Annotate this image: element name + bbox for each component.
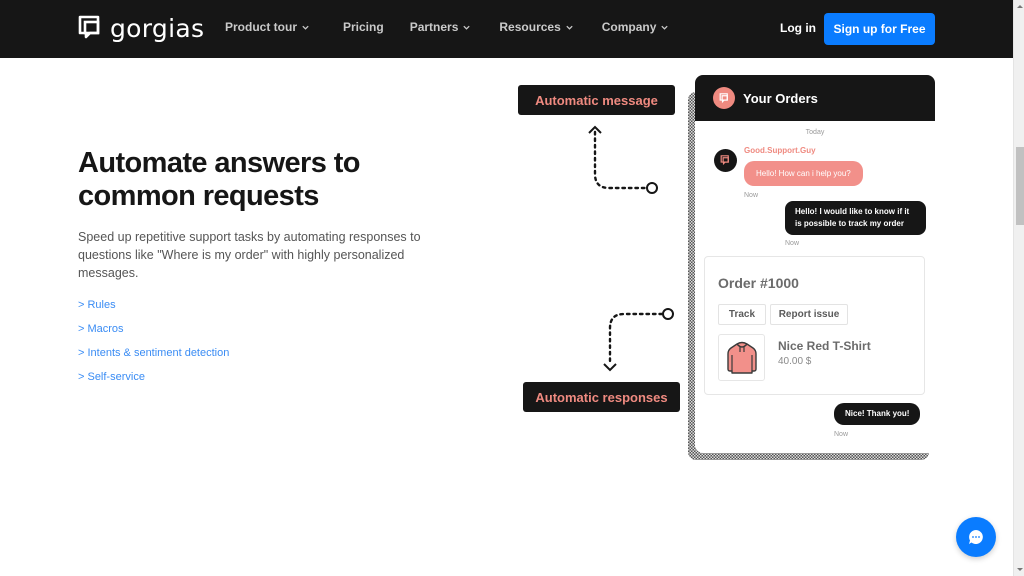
gorgias-logo-icon <box>719 92 728 103</box>
message-time: Now <box>744 192 759 199</box>
chevron-down-icon <box>463 25 471 30</box>
widget-title: Your Orders <box>743 90 818 106</box>
scroll-down-arrow-icon[interactable] <box>1017 568 1023 571</box>
feature-links: > Rules > Macros > Intents & sentiment d… <box>78 298 229 394</box>
main-nav: Product tour Pricing Partners Resources … <box>225 20 669 34</box>
nav-label: Resources <box>499 20 561 34</box>
link-self-service[interactable]: > Self-service <box>78 370 229 394</box>
nav-label: Pricing <box>343 20 384 34</box>
track-button[interactable]: Track <box>718 304 766 325</box>
callout-automatic-message: Automatic message <box>518 85 675 115</box>
chevron-down-icon <box>302 25 309 30</box>
chevron-down-icon <box>566 25 573 30</box>
report-issue-button[interactable]: Report issue <box>770 304 848 325</box>
order-title: Order #1000 <box>718 275 799 291</box>
nav-pricing[interactable]: Pricing <box>343 20 384 34</box>
page-scrollbar[interactable] <box>1013 0 1024 576</box>
chat-launcher-button[interactable] <box>956 517 996 557</box>
day-label: Today <box>805 129 825 136</box>
product-name: Nice Red T-Shirt <box>778 339 871 353</box>
link-macros[interactable]: > Macros <box>78 322 229 346</box>
message-user: Nice! Thank you! <box>834 403 921 425</box>
scrollbar-thumb[interactable] <box>1016 147 1024 225</box>
chat-widget-preview: Your Orders Today Good.Support.Guy Hello… <box>695 75 935 453</box>
link-intents-sentiment[interactable]: > Intents & sentiment detection <box>78 346 229 370</box>
connector-arrow-down <box>603 308 674 372</box>
brand-logo[interactable]: gorgias <box>78 14 204 44</box>
section-description: Speed up repetitive support tasks by aut… <box>78 230 421 280</box>
signup-button[interactable]: Sign up for Free <box>824 13 935 45</box>
widget-header: Your Orders <box>695 75 935 121</box>
product-image <box>718 334 765 381</box>
login-link[interactable]: Log in <box>780 21 816 35</box>
nav-product-tour[interactable]: Product tour <box>225 20 310 34</box>
nav-company[interactable]: Company <box>602 20 670 34</box>
message-agent: Hello! How can i help you? <box>744 161 863 186</box>
message-time: Now <box>785 240 800 247</box>
order-card: Order #1000 Track Report issue Nice Red … <box>704 256 925 395</box>
scroll-up-arrow-icon[interactable] <box>1017 5 1023 8</box>
product-price: 40.00 $ <box>778 356 812 367</box>
nav-label: Partners <box>409 20 459 34</box>
link-rules[interactable]: > Rules <box>78 298 229 322</box>
message-time: Now <box>834 431 849 438</box>
callout-automatic-responses: Automatic responses <box>523 382 680 412</box>
hoodie-icon <box>726 341 757 374</box>
gorgias-logo-icon <box>78 15 100 39</box>
connector-arrow-up <box>588 125 658 194</box>
nav-label: Company <box>601 20 657 34</box>
nav-resources[interactable]: Resources <box>499 20 573 34</box>
agent-avatar <box>714 149 737 172</box>
nav-partners[interactable]: Partners <box>410 20 472 34</box>
brand-name: gorgias <box>110 14 205 43</box>
chevron-down-icon <box>661 25 669 30</box>
top-navbar: gorgias Product tour Pricing Partners Re… <box>0 0 1013 58</box>
agent-name: Good.Support.Guy <box>744 146 816 155</box>
chat-bubble-icon <box>969 530 983 544</box>
orders-avatar <box>713 87 735 109</box>
gorgias-logo-icon <box>720 155 729 166</box>
section-headline: Automate answers to common requests <box>78 147 360 212</box>
message-user: Hello! I would like to know if it is pos… <box>785 201 926 235</box>
nav-label: Product tour <box>225 20 297 34</box>
